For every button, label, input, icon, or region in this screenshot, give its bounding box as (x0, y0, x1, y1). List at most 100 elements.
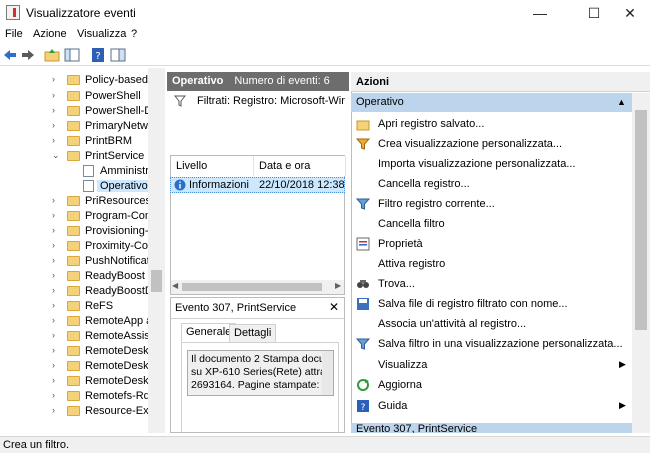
folder-icon (67, 106, 80, 116)
tree-item[interactable]: Operativo (0, 179, 151, 194)
tree-item[interactable]: › PrintBRM (0, 134, 150, 149)
tree-item[interactable]: › Provisioning-D (0, 224, 157, 239)
action-item[interactable]: Associa un'attività al registro... (351, 314, 632, 334)
collapsed-chevron-icon[interactable]: › (52, 405, 62, 415)
tree-scrollbar[interactable] (148, 68, 165, 433)
help-book-icon[interactable]: ? (90, 47, 106, 63)
actions-scrollbar-thumb[interactable] (635, 110, 647, 330)
action-item[interactable]: Proprietà (351, 234, 632, 254)
folder-icon (67, 75, 80, 85)
tree-item[interactable]: › Program-Com (0, 209, 154, 224)
collapse-icon[interactable]: ▲ (617, 93, 626, 112)
toolbar: ? (0, 44, 650, 66)
description-scrollbar[interactable] (322, 351, 333, 395)
tree-item-label: RemoteApp ar (85, 315, 156, 327)
menu-bar: File Azione Visualizza ? (0, 26, 650, 44)
event-row[interactable]: Informazioni 22/10/2018 12:38:21 (170, 177, 345, 193)
tree-item[interactable]: › PowerShell-De (0, 104, 158, 119)
collapsed-chevron-icon[interactable]: › (52, 120, 62, 130)
collapsed-chevron-icon[interactable]: › (52, 315, 62, 325)
tree-item[interactable]: › Proximity-Con (0, 239, 154, 254)
collapsed-chevron-icon[interactable]: › (52, 195, 62, 205)
tree-item-label: Program-Com (85, 210, 155, 222)
menu-azione[interactable]: Azione (30, 27, 70, 41)
tree-item[interactable]: › RemoteAssista (0, 329, 159, 344)
collapsed-chevron-icon[interactable]: › (52, 270, 62, 280)
column-header-level[interactable]: Livello (171, 156, 254, 176)
collapsed-chevron-icon[interactable]: › (52, 135, 62, 145)
tree-item[interactable]: Amministr (0, 164, 150, 179)
tree-scrollbar-thumb[interactable] (151, 270, 162, 292)
collapsed-chevron-icon[interactable]: › (52, 375, 62, 385)
tree-item[interactable]: › ReadyBoostDri (0, 284, 159, 299)
collapsed-chevron-icon[interactable]: › (52, 300, 62, 310)
list-scrollbar-thumb[interactable] (182, 283, 322, 291)
minimize-button[interactable]: — (518, 0, 562, 26)
action-item[interactable]: Salva file di registro filtrato con nome… (351, 294, 632, 314)
event-count: Numero di eventi: 6 (234, 75, 330, 87)
menu-help[interactable]: ? (128, 27, 140, 41)
tree-item[interactable]: › ReFS (0, 299, 150, 314)
collapsed-chevron-icon[interactable]: › (52, 390, 62, 400)
collapsed-chevron-icon[interactable]: › (52, 285, 62, 295)
tree-item[interactable]: › RemoteDeskto (0, 344, 158, 359)
tree-item[interactable]: › Remotefs-Rdb (0, 389, 156, 404)
filter-icon (174, 95, 186, 107)
tree-item[interactable]: › RemoteApp ar (0, 314, 156, 329)
collapsed-chevron-icon[interactable]: › (52, 255, 62, 265)
menu-file[interactable]: File (2, 27, 26, 41)
action-item[interactable]: Crea visualizzazione personalizzata... (351, 134, 632, 154)
folder-icon (67, 241, 80, 251)
action-item[interactable]: ? Guida ▶ (351, 396, 632, 416)
collapsed-chevron-icon[interactable]: › (52, 240, 62, 250)
action-item[interactable]: Cancella filtro (351, 214, 632, 234)
collapsed-chevron-icon[interactable]: › (52, 360, 62, 370)
actions-section-event[interactable]: Evento 307, PrintService (351, 423, 632, 433)
collapsed-chevron-icon[interactable]: › (52, 345, 62, 355)
tree-item[interactable]: › PriResources-D (0, 194, 163, 209)
tree-item[interactable]: › RemoteDeskto (0, 359, 158, 374)
menu-visualizza[interactable]: Visualizza (74, 27, 129, 41)
tree-item[interactable]: › Policy-based C (0, 73, 159, 88)
expanded-chevron-icon[interactable]: ⌄ (52, 150, 62, 161)
action-label: Trova... (378, 278, 415, 290)
action-item[interactable]: Aggiorna (351, 375, 632, 395)
action-item[interactable]: Filtro registro corrente... (351, 194, 632, 214)
action-item[interactable]: Trova... (351, 274, 632, 294)
collapsed-chevron-icon[interactable]: › (52, 105, 62, 115)
tab-generale[interactable]: Generale (181, 323, 237, 342)
close-button[interactable]: ✕ (608, 0, 650, 26)
console-tree-icon[interactable] (64, 47, 80, 63)
detail-close-button[interactable]: ✕ (329, 300, 339, 314)
action-item[interactable]: Apri registro salvato... (351, 114, 632, 134)
collapsed-chevron-icon[interactable]: › (52, 330, 62, 340)
action-item[interactable]: Salva filtro in una visualizzazione pers… (351, 334, 632, 354)
tree-item[interactable]: › ReadyBoost (0, 269, 150, 284)
collapsed-chevron-icon[interactable]: › (52, 90, 62, 100)
action-item[interactable]: Cancella registro... (351, 174, 632, 194)
forward-arrow-icon[interactable] (20, 47, 36, 63)
tree-item[interactable]: ⌄ PrintService (0, 149, 150, 164)
tree-item[interactable]: › Resource-Exha (0, 404, 161, 419)
collapsed-chevron-icon[interactable]: › (52, 225, 62, 235)
action-item[interactable]: Visualizza ▶ (351, 355, 632, 375)
back-arrow-icon[interactable] (2, 47, 18, 63)
collapsed-chevron-icon[interactable]: › (52, 74, 62, 84)
collapsed-chevron-icon[interactable]: › (52, 210, 62, 220)
folder-up-icon[interactable] (44, 47, 60, 63)
action-pane-icon[interactable] (110, 47, 126, 63)
folder-icon (67, 211, 80, 221)
action-label: Crea visualizzazione personalizzata... (378, 138, 563, 150)
tab-dettagli[interactable]: Dettagli (229, 324, 277, 343)
scroll-right-icon[interactable]: ▶ (335, 281, 341, 290)
actions-section-operativo[interactable]: Operativo ▲ (351, 93, 632, 112)
tree-item[interactable]: › PushNotificati (0, 254, 152, 269)
tree-item[interactable]: › PrimaryNetwo (0, 119, 154, 134)
action-item[interactable]: Attiva registro (351, 254, 632, 274)
tree-item[interactable]: › RemoteDeskto (0, 374, 158, 389)
scroll-left-icon[interactable]: ◀ (172, 281, 178, 290)
column-header-date[interactable]: Data e ora (254, 156, 346, 176)
action-item[interactable]: Importa visualizzazione personalizzata..… (351, 154, 632, 174)
tree-item[interactable]: › PowerShell (0, 89, 150, 104)
title-bar: Visualizzatore eventi — ☐ ✕ (0, 0, 650, 26)
